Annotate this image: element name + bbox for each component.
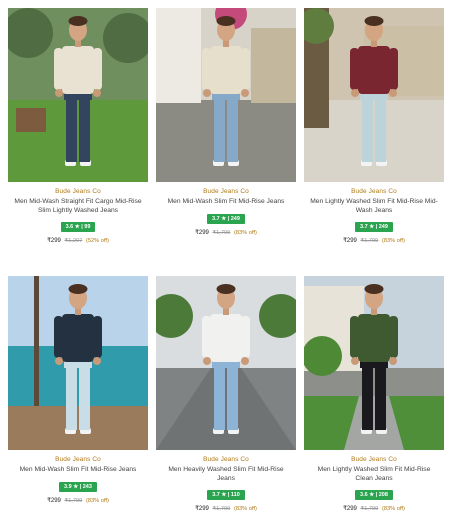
product-image[interactable]	[8, 276, 148, 450]
product-image[interactable]	[304, 276, 444, 450]
price-row: ₹299 ₹1,799 (83% off)	[156, 229, 296, 236]
model-photo	[8, 8, 148, 182]
product-discount: (83% off)	[233, 229, 257, 236]
product-brand: Bude Jeans Co	[55, 188, 101, 195]
product-card[interactable]: Bude Jeans Co Men Heavily Washed Slim Fi…	[156, 276, 296, 512]
product-discount: (83% off)	[381, 238, 405, 244]
model-photo	[156, 276, 296, 450]
product-card[interactable]: Bude Jeans Co Men Mid-Wash Slim Fit Mid-…	[156, 8, 296, 236]
product-price: ₹299	[47, 238, 61, 244]
product-brand: Bude Jeans Co	[351, 456, 397, 463]
product-brand: Bude Jeans Co	[55, 456, 101, 463]
rating-badge: 3.9 ★ | 243	[59, 481, 97, 492]
price-row: ₹299 ₹1,799 (83% off)	[8, 497, 148, 504]
product-card[interactable]: Bude Jeans Co Men Lightly Washed Slim Fi…	[304, 8, 444, 244]
product-discount: (83% off)	[85, 497, 109, 504]
product-brand: Bude Jeans Co	[203, 456, 249, 463]
product-mrp: ₹1,799	[64, 497, 83, 504]
product-mrp: ₹1,799	[212, 229, 231, 236]
product-title[interactable]: Men Mid-Wash Slim Fit Mid-Rise Jeans	[12, 466, 144, 475]
product-mrp: ₹1,799	[360, 506, 379, 512]
product-title[interactable]: Men Mid-Wash Straight Fit Cargo Mid-Rise…	[12, 198, 144, 215]
product-mrp: ₹1,799	[212, 506, 231, 512]
rating-badge: 3.7 ★ | 110	[207, 490, 245, 500]
product-price: ₹299	[47, 497, 61, 504]
product-price: ₹299	[343, 506, 357, 512]
product-mrp: ₹1,799	[360, 238, 379, 244]
price-row: ₹299 ₹1,207 (52% off)	[8, 237, 148, 244]
rating-badge: 3.7 ★ | 249	[207, 213, 245, 224]
model-photo	[304, 8, 444, 182]
product-price: ₹299	[195, 506, 209, 512]
product-card[interactable]: Bude Jeans Co Men Lightly Washed Slim Fi…	[304, 276, 444, 512]
product-brand: Bude Jeans Co	[351, 188, 397, 195]
product-card[interactable]: Bude Jeans Co Men Mid-Wash Slim Fit Mid-…	[8, 276, 148, 504]
product-title[interactable]: Men Lightly Washed Slim Fit Mid-Rise Cle…	[308, 466, 440, 483]
model-photo	[156, 8, 296, 182]
product-image[interactable]	[156, 8, 296, 182]
rating-badge: 3.6 ★ | 99	[60, 222, 96, 232]
product-discount: (52% off)	[85, 238, 109, 244]
rating-badge: 3.6 ★ | 208	[355, 490, 393, 500]
price-row: ₹299 ₹1,799 (83% off)	[304, 505, 444, 512]
product-card[interactable]: Bude Jeans Co Men Mid-Wash Straight Fit …	[8, 8, 148, 244]
product-price: ₹299	[343, 238, 357, 244]
product-image[interactable]	[156, 276, 296, 450]
model-photo	[8, 276, 148, 450]
product-image[interactable]	[304, 8, 444, 182]
price-row: ₹299 ₹1,799 (83% off)	[156, 505, 296, 512]
price-row: ₹299 ₹1,799 (83% off)	[304, 237, 444, 244]
model-photo	[304, 276, 444, 450]
product-title[interactable]: Men Lightly Washed Slim Fit Mid-Rise Mid…	[308, 198, 440, 215]
product-title[interactable]: Men Mid-Wash Slim Fit Mid-Rise Jeans	[160, 198, 292, 207]
product-discount: (83% off)	[381, 506, 405, 512]
product-price: ₹299	[195, 229, 209, 236]
rating-badge: 3.7 ★ | 249	[355, 222, 393, 232]
product-brand: Bude Jeans Co	[203, 188, 249, 195]
product-discount: (83% off)	[233, 506, 257, 512]
product-mrp: ₹1,207	[64, 238, 83, 244]
product-image[interactable]	[8, 8, 148, 182]
product-title[interactable]: Men Heavily Washed Slim Fit Mid-Rise Jea…	[160, 466, 292, 483]
